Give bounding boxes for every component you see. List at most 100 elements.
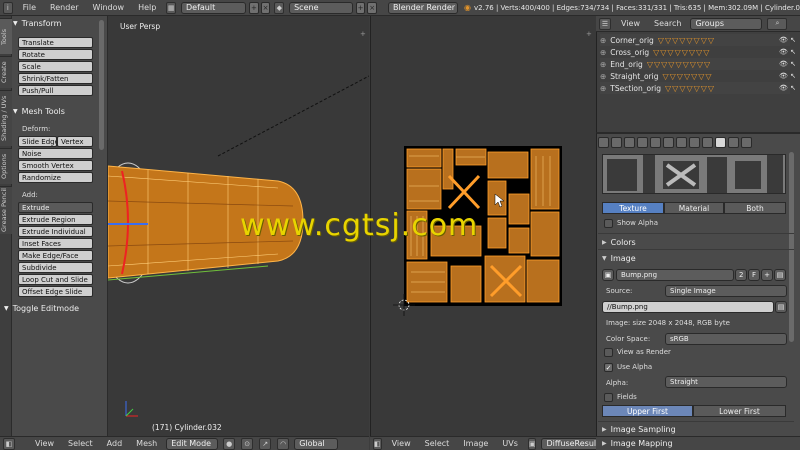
lower-first-button[interactable]: Lower First: [693, 405, 786, 417]
outliner-row[interactable]: ⊕ Cross_orig ▽▽▽▽▽▽▽▽: [600, 46, 790, 58]
data-tab-icon[interactable]: [689, 137, 700, 148]
alpha-mode-dropdown[interactable]: Straight: [665, 376, 787, 388]
add-scene-button[interactable]: +: [355, 1, 366, 14]
outliner-row[interactable]: ⊕ Corner_orig ▽▽▽▽▽▽▽▽: [600, 34, 790, 46]
menu-uvs[interactable]: UVs: [495, 439, 525, 448]
scene-dropdown[interactable]: Scene: [289, 1, 353, 14]
open-image-icon[interactable]: ▤: [774, 269, 786, 281]
image-dropdown[interactable]: DiffuseResult: [541, 437, 600, 450]
shading-icon[interactable]: ●: [223, 437, 236, 450]
menu-render[interactable]: Render: [43, 3, 85, 12]
extrude-dropdown[interactable]: Extrude: [18, 202, 93, 213]
fake-user-button[interactable]: F: [748, 269, 760, 281]
use-alpha-checkbox[interactable]: ✓: [604, 363, 613, 372]
view-as-render-checkbox[interactable]: [604, 348, 613, 357]
translate-button[interactable]: Translate: [18, 37, 93, 48]
object-tab-icon[interactable]: [650, 137, 661, 148]
pivot-icon[interactable]: ⊙: [241, 437, 254, 450]
menu-mesh[interactable]: Mesh: [129, 439, 164, 448]
editor-type-icon[interactable]: ◧: [3, 437, 15, 450]
tab-options[interactable]: Options: [0, 148, 12, 184]
scene-tab-icon[interactable]: [624, 137, 635, 148]
image-mapping-panel-header[interactable]: ▶ Image Mapping: [602, 437, 788, 449]
file-browse-icon[interactable]: ▤: [775, 301, 787, 313]
image-sampling-panel-header[interactable]: ▶ Image Sampling: [602, 423, 788, 435]
scale-button[interactable]: Scale: [18, 61, 93, 72]
render-tab-icon[interactable]: [598, 137, 609, 148]
tab-tools[interactable]: Tools: [0, 18, 12, 54]
filepath-field[interactable]: //Bump.png: [602, 301, 774, 313]
shelf-scrollbar[interactable]: [99, 20, 104, 150]
menu-file[interactable]: File: [16, 3, 43, 12]
tab-grease-pencil[interactable]: Grease Pencil: [0, 186, 12, 234]
toggle-editmode-panel[interactable]: ▼ Toggle Editmode: [4, 302, 92, 314]
menu-image[interactable]: Image: [456, 439, 495, 448]
tab-shading-uvs[interactable]: Shading / UVs: [0, 90, 12, 146]
menu-help[interactable]: Help: [131, 3, 163, 12]
shrink-fatten-button[interactable]: Shrink/Fatten: [18, 73, 93, 84]
region-plus-icon[interactable]: +: [586, 30, 592, 38]
new-image-icon[interactable]: +: [761, 269, 773, 281]
outliner-row[interactable]: ⊕ Straight_orig ▽▽▽▽▽▽▽: [600, 70, 790, 82]
layers-tab-icon[interactable]: [611, 137, 622, 148]
randomize-button[interactable]: Randomize: [18, 172, 93, 183]
rotate-manip-icon[interactable]: ◠: [277, 437, 290, 450]
search-icon[interactable]: ⌕: [767, 17, 788, 30]
rotate-button[interactable]: Rotate: [18, 49, 93, 60]
extrude-individual-button[interactable]: Extrude Individual: [18, 226, 93, 237]
outliner-row[interactable]: ⊕ TSection_orig ▽▽▽▽▽▽▽: [600, 82, 790, 94]
texture-type-both[interactable]: Both: [724, 202, 786, 214]
noise-button[interactable]: Noise: [18, 148, 93, 159]
physics-tab-icon[interactable]: [741, 137, 752, 148]
transform-panel-header[interactable]: ▼ Transform: [13, 17, 101, 29]
particles-tab-icon[interactable]: [728, 137, 739, 148]
offset-edge-slide-button[interactable]: Offset Edge Slide: [18, 286, 93, 297]
menu-view[interactable]: View: [28, 439, 61, 448]
display-mode-dropdown[interactable]: Groups: [690, 17, 763, 30]
editor-type-icon[interactable]: ◧: [373, 437, 382, 450]
vertex-slide-button[interactable]: Vertex: [57, 136, 93, 147]
show-alpha-checkbox[interactable]: [604, 219, 613, 228]
remove-scene-button[interactable]: ×: [367, 1, 378, 14]
color-space-dropdown[interactable]: sRGB: [665, 333, 787, 345]
menu-search[interactable]: Search: [647, 19, 688, 28]
visibility-toggles-icon[interactable]: 👁 ↖ 👁 ↖ 👁 ↖ 👁 ↖ 👁 ↖: [766, 34, 796, 94]
orientation-dropdown[interactable]: Global: [294, 437, 339, 450]
tab-create[interactable]: Create: [0, 56, 12, 88]
region-plus-icon[interactable]: +: [360, 30, 366, 38]
texture-type-texture[interactable]: Texture: [602, 202, 664, 214]
remove-layout-button[interactable]: ×: [260, 1, 271, 14]
loop-cut-slide-button[interactable]: Loop Cut and Slide: [18, 274, 93, 285]
image-name-field[interactable]: Bump.png: [616, 269, 734, 281]
texture-tab-icon[interactable]: [715, 137, 726, 148]
source-dropdown[interactable]: Single Image: [665, 285, 787, 297]
make-edge-face-button[interactable]: Make Edge/Face: [18, 250, 93, 261]
mode-dropdown[interactable]: Edit Mode: [166, 437, 219, 450]
upper-first-button[interactable]: Upper First: [602, 405, 693, 417]
manipulator-icon[interactable]: ↗: [259, 437, 272, 450]
properties-scrollbar[interactable]: [789, 152, 794, 342]
material-tab-icon[interactable]: [702, 137, 713, 148]
menu-add[interactable]: Add: [100, 439, 130, 448]
slide-edge-button[interactable]: Slide Edge: [18, 136, 57, 147]
subdivide-button[interactable]: Subdivide: [18, 262, 93, 273]
image-panel-header[interactable]: ▼ Image: [602, 252, 788, 264]
world-tab-icon[interactable]: [637, 137, 648, 148]
image-browse-icon[interactable]: ▣: [602, 269, 614, 281]
modifiers-tab-icon[interactable]: [676, 137, 687, 148]
menu-view[interactable]: View: [614, 19, 647, 28]
scene-icon[interactable]: ◆: [274, 1, 285, 14]
extrude-region-button[interactable]: Extrude Region: [18, 214, 93, 225]
menu-view[interactable]: View: [385, 439, 418, 448]
editor-type-icon[interactable]: ☰: [599, 17, 611, 30]
image-users-count[interactable]: 2: [735, 269, 747, 281]
menu-select[interactable]: Select: [61, 439, 100, 448]
outliner-row[interactable]: ⊕ End_orig ▽▽▽▽▽▽▽▽▽: [600, 58, 790, 70]
texture-type-material[interactable]: Material: [664, 202, 724, 214]
inset-faces-button[interactable]: Inset Faces: [18, 238, 93, 249]
image-browse-icon[interactable]: ▣: [527, 437, 537, 450]
colors-panel-header[interactable]: ▶ Colors: [602, 236, 788, 248]
menu-select[interactable]: Select: [418, 439, 457, 448]
info-editor-icon[interactable]: i: [3, 1, 13, 14]
menu-window[interactable]: Window: [86, 3, 132, 12]
